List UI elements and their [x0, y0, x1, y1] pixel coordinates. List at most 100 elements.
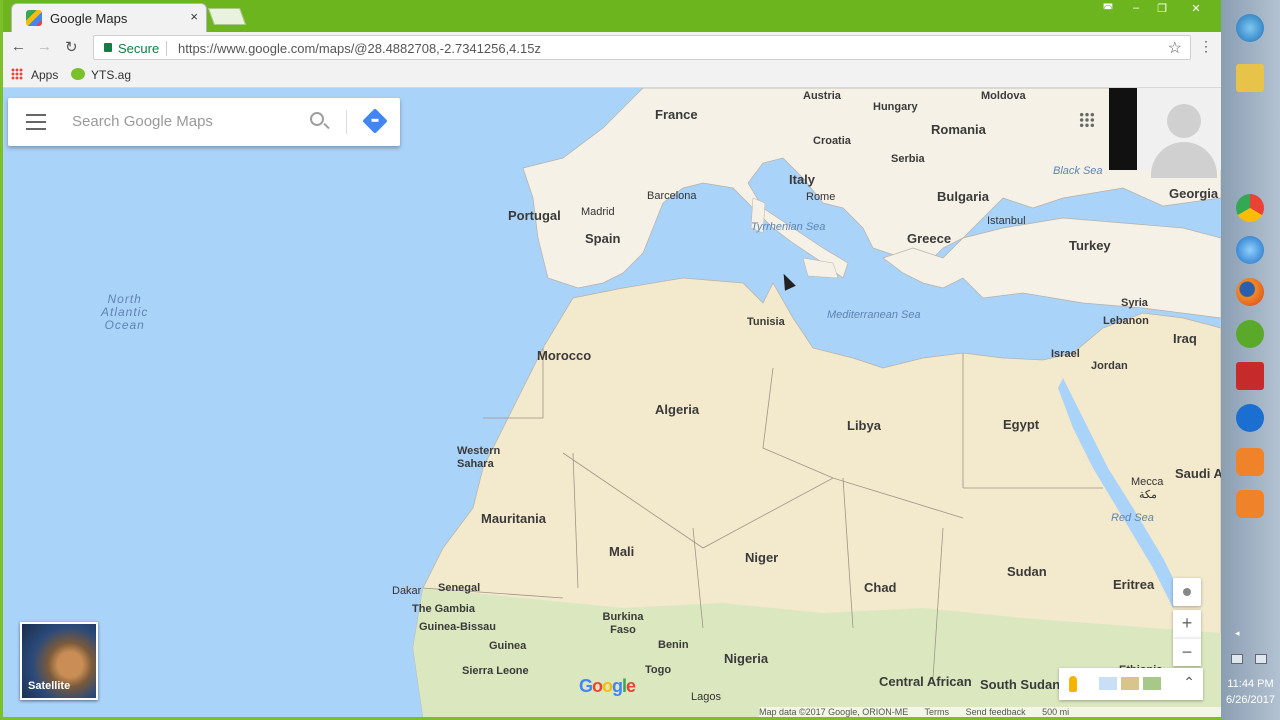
minimize-icon[interactable]: –	[1123, 2, 1149, 20]
forward-arrow-icon[interactable]: →	[37, 38, 52, 55]
internet-explorer-icon[interactable]	[1232, 232, 1268, 268]
avatar-head	[1167, 104, 1201, 138]
label-mecca: Mecca	[1131, 476, 1164, 488]
bike-layer-icon[interactable]	[1143, 677, 1161, 690]
label-israel: Israel	[1051, 348, 1080, 360]
map-canvas[interactable]: Search Google Maps France Portugal Spain…	[3, 88, 1221, 717]
label-moldova: Moldova	[981, 90, 1026, 102]
tray-expand-icon[interactable]: ◂	[1235, 628, 1240, 639]
my-location-button[interactable]	[1173, 578, 1201, 606]
label-lebanon: Lebanon	[1103, 315, 1149, 327]
label-burkina-faso: Burkina Faso	[602, 611, 644, 636]
back-arrow-icon[interactable]: ←	[11, 38, 26, 55]
tab-close-icon[interactable]: ×	[190, 9, 198, 24]
label-north-atlantic-ocean: North Atlantic Ocean	[101, 293, 148, 332]
chrome-icon[interactable]	[1232, 190, 1268, 226]
ring-app-2-icon[interactable]	[1232, 486, 1268, 522]
address-separator	[166, 41, 167, 56]
user-icon[interactable]: ◚	[1095, 2, 1121, 20]
label-egypt: Egypt	[1003, 417, 1040, 432]
label-nigeria: Nigeria	[724, 651, 769, 666]
clock-time: 11:44 PM	[1227, 678, 1274, 690]
hamburger-menu-icon[interactable]	[26, 114, 46, 130]
terms-link[interactable]: Terms	[925, 707, 950, 717]
label-libya: Libya	[847, 418, 881, 433]
label-portugal: Portugal	[508, 208, 561, 223]
label-turkey: Turkey	[1069, 238, 1111, 253]
label-jordan: Jordan	[1091, 360, 1128, 372]
label-syria: Syria	[1121, 297, 1148, 309]
label-lagos: Lagos	[691, 691, 721, 703]
transit-layer-icon[interactable]	[1099, 677, 1117, 690]
terrain-layer-icon[interactable]	[1121, 677, 1139, 690]
new-tab-button[interactable]	[207, 8, 247, 25]
lock-icon	[104, 43, 112, 52]
label-italy: Italy	[789, 172, 816, 187]
satellite-toggle[interactable]: Satellite	[20, 622, 98, 700]
google-maps-favicon-icon	[26, 10, 42, 26]
browser-menu-icon[interactable]: ⋮	[1199, 38, 1213, 55]
secure-label: Secure	[118, 41, 160, 56]
layers-panel: ⌃	[1059, 668, 1203, 700]
bookmark-apps[interactable]: Apps	[31, 68, 58, 82]
browser-window: Google Maps × ◚ – ❐ ✕ ← → ↻ Secure https…	[3, 0, 1221, 717]
restore-icon[interactable]: ❐	[1149, 2, 1175, 20]
avatar-body	[1151, 142, 1217, 178]
label-romania: Romania	[931, 122, 986, 137]
label-mali: Mali	[609, 544, 635, 559]
system-clock[interactable]: 11:44 PM 6/26/2017	[1221, 676, 1280, 708]
utorrent-icon[interactable]	[1232, 316, 1268, 352]
google-logo: Google	[579, 676, 636, 696]
bookmark-star-icon[interactable]: ☆	[1168, 38, 1182, 58]
tools-icon[interactable]	[1232, 358, 1268, 394]
google-apps-icon[interactable]	[1079, 112, 1095, 128]
directions-icon[interactable]	[362, 108, 388, 134]
label-niger: Niger	[745, 550, 779, 565]
close-window-icon[interactable]: ✕	[1183, 2, 1209, 20]
send-feedback-link[interactable]: Send feedback	[966, 707, 1026, 717]
label-south-sudan: South Sudan	[980, 677, 1061, 692]
label-serbia: Serbia	[891, 153, 925, 165]
expand-chevron-icon[interactable]: ⌃	[1183, 674, 1195, 691]
label-mauritania: Mauritania	[481, 511, 547, 526]
bookmark-yts[interactable]: YTS.ag	[91, 68, 131, 82]
satellite-label: Satellite	[28, 680, 71, 692]
label-france: France	[655, 107, 698, 122]
ring-app-icon[interactable]	[1232, 444, 1268, 480]
label-mediterranean-sea: Mediterranean Sea	[827, 309, 921, 321]
label-mecca-arabic: مكة	[1139, 489, 1157, 501]
search-icon[interactable]	[310, 112, 324, 126]
malwarebytes-icon[interactable]	[1232, 400, 1268, 436]
map-footer: Map data ©2017 Google, ORION-ME Terms Se…	[759, 707, 1221, 717]
tab-title: Google Maps	[50, 11, 128, 26]
label-sudan: Sudan	[1007, 564, 1047, 579]
search-input[interactable]: Search Google Maps	[72, 113, 213, 130]
zoom-out-button[interactable]: −	[1173, 638, 1201, 666]
label-saudi-arabia: Saudi Arabia	[1175, 466, 1221, 481]
reload-icon[interactable]: ↻	[65, 38, 78, 56]
label-tyrrhenian-sea: Tyrrhenian Sea	[751, 221, 826, 233]
pegman-icon[interactable]	[1069, 676, 1077, 692]
label-austria: Austria	[803, 90, 841, 102]
tab-strip: Google Maps × ◚ – ❐ ✕	[3, 0, 1221, 32]
search-divider	[346, 110, 347, 134]
firefox-icon[interactable]	[1232, 274, 1268, 310]
label-istanbul: Istanbul	[987, 215, 1026, 227]
file-explorer-icon[interactable]	[1232, 60, 1268, 96]
address-bar[interactable]: Secure https://www.google.com/maps/@28.4…	[93, 35, 1191, 60]
label-sierra-leone: Sierra Leone	[462, 665, 529, 677]
scale-label[interactable]: 500 mi	[1042, 707, 1069, 717]
label-greece: Greece	[907, 231, 952, 246]
zoom-in-button[interactable]: +	[1173, 610, 1201, 638]
label-croatia: Croatia	[813, 135, 851, 147]
windows-start-icon[interactable]	[1232, 10, 1268, 46]
clock-date: 6/26/2017	[1226, 694, 1275, 706]
tab-google-maps[interactable]: Google Maps ×	[11, 3, 207, 32]
network-icon[interactable]	[1255, 654, 1267, 664]
label-morocco: Morocco	[537, 348, 592, 363]
label-georgia: Georgia	[1169, 186, 1219, 201]
url-text[interactable]: https://www.google.com/maps/@28.4882708,…	[178, 41, 541, 56]
action-center-icon[interactable]	[1231, 654, 1243, 664]
search-box: Search Google Maps	[8, 98, 400, 146]
label-spain: Spain	[585, 231, 621, 246]
